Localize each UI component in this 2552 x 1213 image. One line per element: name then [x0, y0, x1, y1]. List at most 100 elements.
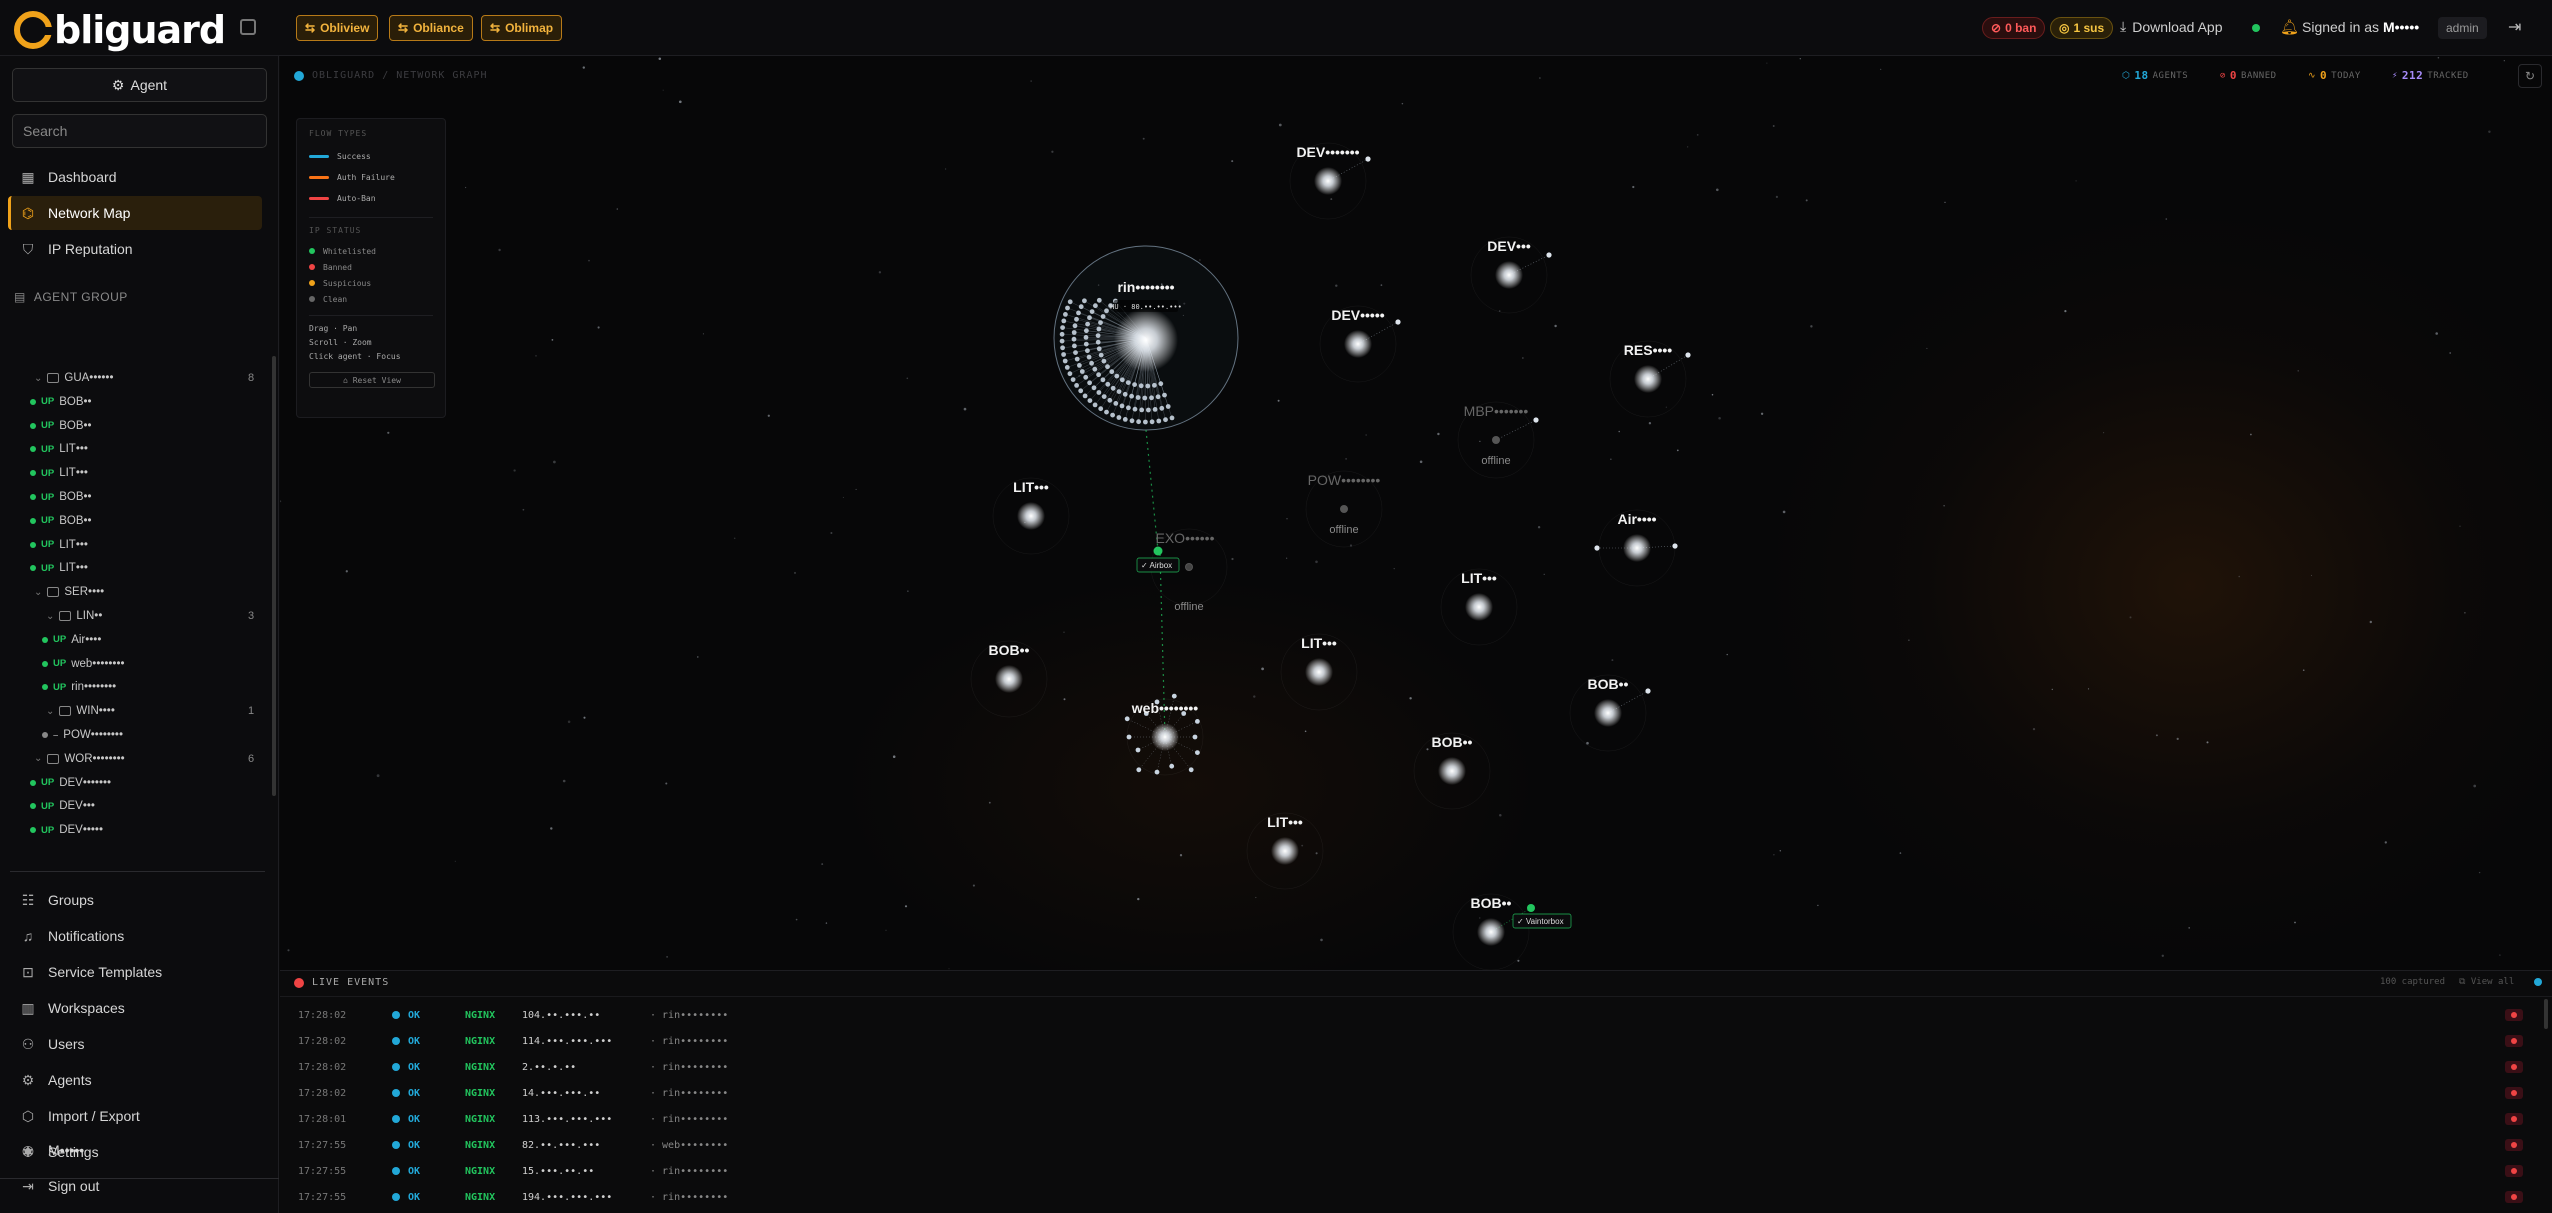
- tree-agent[interactable]: UP Air••••: [42, 630, 101, 650]
- agent-node[interactable]: Air••••: [1598, 509, 1676, 587]
- chevron-down-icon[interactable]: ⌄: [34, 587, 42, 598]
- ip-node[interactable]: [1091, 385, 1097, 391]
- ip-node[interactable]: [1095, 333, 1101, 338]
- ip-node[interactable]: [1084, 328, 1089, 334]
- ip-node[interactable]: [1092, 366, 1098, 372]
- node-core[interactable]: [1634, 365, 1662, 393]
- ip-node[interactable]: [1135, 395, 1141, 400]
- nav-users[interactable]: ⚇ Users: [8, 1027, 262, 1061]
- nav-ip-reputation[interactable]: ⛉ IP Reputation: [8, 232, 262, 266]
- ip-node[interactable]: [1096, 372, 1101, 378]
- tree-group[interactable]: ⌄ SER••••: [34, 582, 266, 602]
- ip-node[interactable]: [1155, 394, 1161, 400]
- ip-node[interactable]: [1149, 419, 1155, 425]
- ip-node[interactable]: [1395, 319, 1401, 325]
- node-core[interactable]: [1305, 658, 1333, 686]
- agent-node[interactable]: LIT•••: [992, 477, 1070, 555]
- sidebar-collapse-icon[interactable]: [240, 19, 256, 35]
- tree-group[interactable]: ⌄ WOR•••••••• 6: [34, 749, 266, 769]
- nav-import-export[interactable]: ⬡ Import / Export: [8, 1099, 262, 1133]
- ban-action-button[interactable]: [2505, 1009, 2523, 1021]
- ban-action-button[interactable]: [2505, 1139, 2523, 1151]
- ip-node[interactable]: [1086, 354, 1092, 360]
- ip-node[interactable]: [1096, 326, 1102, 332]
- ip-node[interactable]: [1122, 417, 1128, 422]
- agent-node[interactable]: web••••••••: [1126, 698, 1204, 776]
- ip-node[interactable]: [1085, 348, 1090, 354]
- ip-node[interactable]: [1060, 325, 1065, 330]
- ip-node[interactable]: [1125, 380, 1131, 385]
- ip-node[interactable]: [1064, 365, 1070, 370]
- tree-agent[interactable]: UP BOB••: [30, 487, 92, 507]
- ip-node[interactable]: [1165, 404, 1171, 409]
- ip-node[interactable]: [1113, 401, 1119, 406]
- ip-node[interactable]: [1098, 406, 1104, 412]
- nav-service-templates[interactable]: ⊡ Service Templates: [8, 955, 262, 989]
- ip-node[interactable]: [1077, 363, 1082, 368]
- app-obliview-button[interactable]: ⇆ Obliview: [296, 15, 379, 41]
- agent-node[interactable]: BOB••: [1413, 732, 1491, 810]
- ban-count-pill[interactable]: ⊘ 0 ban: [1982, 17, 2046, 39]
- ban-action-button[interactable]: [2505, 1061, 2523, 1073]
- agent-node[interactable]: BOB••: [1452, 893, 1530, 970]
- node-core[interactable]: [1594, 699, 1622, 727]
- whitelisted-ip-node[interactable]: [1153, 546, 1163, 556]
- ip-node[interactable]: [1156, 418, 1162, 424]
- tree-agent[interactable]: UP BOB••: [30, 511, 92, 531]
- ip-node[interactable]: [1645, 688, 1651, 694]
- ip-node[interactable]: [1092, 402, 1098, 408]
- event-row[interactable]: 17:28:02 OK NGINX 2.••.•.•• · rin••••••••: [280, 1054, 2552, 1080]
- ip-node[interactable]: [1101, 394, 1107, 399]
- ip-node[interactable]: [1071, 336, 1077, 342]
- tree-agent[interactable]: UP DEV•••••: [30, 820, 103, 840]
- ip-node[interactable]: [1110, 385, 1116, 391]
- app-obliance-button[interactable]: ⇆ Obliance: [389, 15, 473, 41]
- tree-agent[interactable]: UP LIT•••: [30, 558, 88, 578]
- ip-node[interactable]: [1159, 405, 1165, 411]
- search-input[interactable]: [12, 114, 267, 148]
- refresh-button[interactable]: ↻: [2518, 64, 2542, 88]
- tree-group[interactable]: ⌄ GUA•••••• 8: [34, 368, 266, 388]
- ip-node[interactable]: [1365, 156, 1371, 162]
- ip-node[interactable]: [1093, 303, 1098, 309]
- ip-node[interactable]: [1096, 297, 1102, 303]
- ip-node[interactable]: [1122, 391, 1128, 397]
- ip-node[interactable]: [1089, 360, 1094, 366]
- nav-network-map[interactable]: ⌬ Network Map: [8, 196, 262, 230]
- bell-icon[interactable]: 🔔︎: [2280, 18, 2299, 36]
- node-core[interactable]: [1438, 757, 1466, 785]
- ip-node[interactable]: [1188, 767, 1194, 773]
- tree-agent[interactable]: UP DEV•••: [30, 796, 95, 816]
- node-core[interactable]: [1151, 723, 1179, 751]
- ip-node[interactable]: [1082, 393, 1088, 399]
- ip-node[interactable]: [1083, 341, 1089, 347]
- nav-sign-out[interactable]: ⇥ Sign out: [8, 1169, 262, 1203]
- agent-node[interactable]: BOB••: [970, 640, 1048, 718]
- ip-node[interactable]: [1546, 252, 1552, 258]
- agent-node[interactable]: POW•••••••• offline: [1305, 470, 1383, 548]
- ip-node[interactable]: [1067, 371, 1073, 377]
- download-app-button[interactable]: ⤓ Download App: [2120, 18, 2223, 35]
- ip-node[interactable]: [1095, 339, 1101, 345]
- ip-node[interactable]: [1132, 406, 1138, 412]
- agent-node[interactable]: DEV•••••••: [1289, 142, 1367, 220]
- ban-action-button[interactable]: [2505, 1165, 2523, 1177]
- ip-node[interactable]: [1169, 415, 1175, 421]
- ip-node[interactable]: [1138, 383, 1144, 389]
- ip-node[interactable]: [1059, 338, 1065, 344]
- ip-node[interactable]: [1105, 381, 1111, 387]
- ip-node[interactable]: [1083, 335, 1089, 340]
- ip-node[interactable]: [1078, 304, 1084, 310]
- agent-node[interactable]: DEV•••••: [1319, 305, 1397, 383]
- ip-node[interactable]: [1096, 390, 1102, 395]
- ip-node[interactable]: [1146, 407, 1151, 413]
- ip-node[interactable]: [1074, 383, 1079, 388]
- ip-node[interactable]: [1114, 373, 1120, 379]
- tree-agent[interactable]: UP rin••••••••: [42, 677, 116, 697]
- ip-node[interactable]: [1116, 389, 1122, 394]
- ip-node[interactable]: [1171, 693, 1177, 699]
- ip-node[interactable]: [1063, 312, 1068, 317]
- ip-node[interactable]: [1109, 369, 1115, 375]
- ip-node[interactable]: [1104, 409, 1109, 415]
- tree-agent[interactable]: UP web••••••••: [42, 654, 125, 674]
